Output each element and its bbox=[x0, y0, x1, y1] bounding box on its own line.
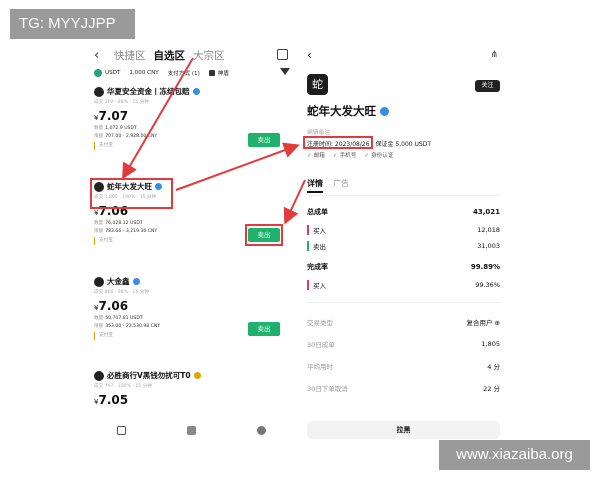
market-icon[interactable] bbox=[117, 426, 126, 435]
avatar: 蛇 bbox=[307, 74, 328, 95]
usdt-coin-icon bbox=[94, 69, 102, 77]
bottom-nav bbox=[88, 423, 296, 437]
shield-label: 神盾 bbox=[217, 71, 229, 77]
merchant-name[interactable]: 必胜商行V黑钱勿扰可T0 bbox=[107, 370, 191, 381]
payment-filter[interactable]: 支付方式 (1) bbox=[168, 69, 200, 77]
sell-button[interactable]: 卖出 bbox=[248, 322, 280, 336]
tab-selected[interactable]: 自选区 bbox=[154, 48, 186, 63]
verify-phone: 手机号 bbox=[333, 151, 357, 159]
edit-remark-link[interactable]: 编辑备注 bbox=[307, 127, 330, 136]
follow-button[interactable]: 关注 bbox=[475, 80, 500, 92]
price: ¥7.06 bbox=[94, 299, 129, 313]
merchant-card: 必胜商行V黑钱勿扰可T0 成交 797 · 100% · 15 分钟 ¥7.05 bbox=[94, 370, 292, 409]
tab-bulk[interactable]: 大宗区 bbox=[193, 48, 225, 63]
info-row: 平均用时 4 分 bbox=[307, 363, 500, 371]
highlight-box bbox=[90, 178, 173, 209]
highlight-box bbox=[245, 224, 283, 246]
filter-bar: USDT 1,000 CNY 支付方式 (1) 神盾 bbox=[94, 67, 294, 79]
verified-icon bbox=[380, 106, 389, 116]
highlight-box bbox=[303, 136, 373, 149]
watermark-badge: www.xiazaiba.org bbox=[439, 440, 590, 470]
scan-icon[interactable] bbox=[277, 49, 288, 60]
divider bbox=[307, 195, 500, 196]
stat-row: 买入 12,018 bbox=[307, 225, 500, 235]
deposit: 保证金 5,000 USDT bbox=[375, 141, 431, 148]
merchant-stats: 成交 866 · 98% · 15 分钟 bbox=[94, 290, 149, 295]
profile-tabs: 详情 广告 bbox=[307, 178, 359, 193]
shield-checkbox[interactable] bbox=[208, 70, 215, 76]
merchant-stats: 成交 797 · 100% · 15 分钟 bbox=[94, 384, 152, 389]
info-row: 30日成单 1,805 bbox=[307, 340, 500, 349]
profile-top-bar: ‹ ⋔ bbox=[307, 48, 500, 62]
tab-quick[interactable]: 快捷区 bbox=[114, 48, 146, 63]
price: ¥7.07 bbox=[94, 109, 129, 123]
tab-ads[interactable]: 广告 bbox=[333, 178, 349, 193]
back-icon[interactable]: ‹ bbox=[307, 48, 312, 62]
amount-filter[interactable]: 1,000 CNY bbox=[129, 70, 158, 76]
verify-email: 邮箱 bbox=[307, 151, 325, 159]
avatar bbox=[94, 86, 104, 97]
verified-icon bbox=[132, 278, 140, 285]
funnel-icon[interactable] bbox=[280, 68, 290, 75]
sell-button[interactable]: 卖出 bbox=[248, 133, 280, 147]
stat-row: 买入 99.36% bbox=[307, 280, 500, 290]
merchant-stats: 成交 302 · 88% · 15 分钟 bbox=[94, 100, 149, 105]
share-icon[interactable]: ⋔ bbox=[490, 50, 498, 60]
info-row: 交易类型 复合用户 ⊕ bbox=[307, 319, 500, 327]
quantity: 数量 1,072.9 USDT bbox=[94, 126, 137, 131]
verified-icon bbox=[193, 372, 201, 379]
verified-icon bbox=[192, 88, 200, 95]
merchant-name: 蛇年大发大旺 bbox=[307, 103, 389, 119]
info-row: 30日下单取消 22 分 bbox=[307, 385, 500, 393]
merchant-name[interactable]: 华夏安全资金丨冻结包赔 bbox=[107, 86, 190, 97]
profile-icon[interactable] bbox=[257, 426, 266, 435]
verification-list: 邮箱 手机号 身份认证 bbox=[307, 151, 401, 159]
tg-badge: TG: MYYJJPP bbox=[10, 9, 135, 39]
merchant-name[interactable]: 大金鑫 bbox=[107, 276, 130, 287]
back-icon[interactable]: ‹ bbox=[94, 48, 106, 63]
tab-details[interactable]: 详情 bbox=[307, 178, 323, 193]
stat-row: 完成率 99.89% bbox=[307, 263, 500, 271]
price: ¥7.05 bbox=[94, 393, 129, 407]
coin-filter[interactable]: USDT bbox=[105, 70, 120, 76]
merchant-profile-panel: ‹ ⋔ 蛇 关注 蛇年大发大旺 编辑备注 注册时间: 2023/08/26 保证… bbox=[299, 40, 508, 440]
ad-list-panel: ‹ 快捷区 自选区 大宗区 USDT 1,000 CNY 支付方式 (1) 神盾… bbox=[88, 40, 296, 440]
top-nav: ‹ 快捷区 自选区 大宗区 bbox=[94, 46, 294, 64]
stat-row: 总成单 43,021 bbox=[307, 208, 500, 216]
avatar bbox=[94, 276, 104, 287]
avatar bbox=[94, 370, 104, 381]
orders-icon[interactable] bbox=[187, 426, 196, 435]
block-button[interactable]: 拉黑 bbox=[307, 421, 500, 439]
divider bbox=[307, 302, 500, 303]
stat-row: 卖出 31,003 bbox=[307, 241, 500, 251]
verify-identity: 身份认证 bbox=[364, 151, 393, 159]
